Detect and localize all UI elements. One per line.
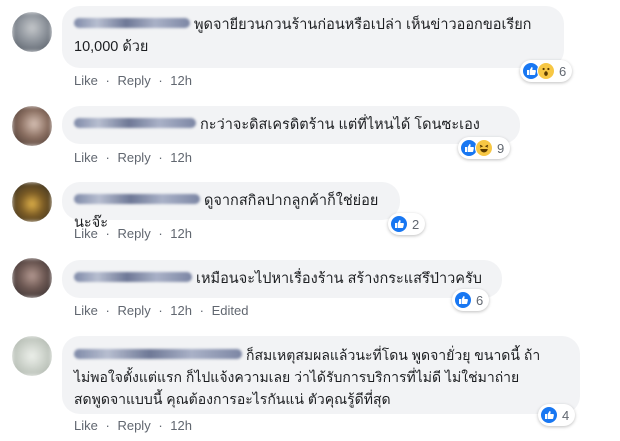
reaction-count: 4: [562, 407, 570, 423]
timestamp[interactable]: 12h: [170, 226, 192, 241]
like-link[interactable]: Like: [74, 226, 98, 241]
comment-bubble: พูดจายียวนกวนร้านก่อนหรือเปล่า เห็นข่าวอ…: [62, 6, 564, 68]
separator-dot: ·: [105, 418, 110, 433]
like-link[interactable]: Like: [74, 418, 98, 433]
avatar[interactable]: [12, 258, 52, 298]
reply-link[interactable]: Reply: [117, 418, 150, 433]
separator-dot: ·: [105, 226, 110, 241]
comment-text-line: สดพูดจาแบบนี้ คุณต้องการอะไรกันแน่ ตัวคุ…: [74, 391, 391, 407]
separator-dot: ·: [105, 150, 110, 165]
comment-actions: Like · Reply · 12h: [74, 226, 196, 241]
like-link[interactable]: Like: [74, 303, 98, 318]
comment-text-line: ก็สมเหตุสมผลแล้วนะที่โดน พูดจายั่วยุ ขนา…: [246, 347, 541, 363]
comment-bubble: ดูจากสกิลปากลูกค้าก็ใช่ย่อยนะจ๊ะ: [62, 182, 400, 231]
comment-actions: Like · Reply · 12h: [74, 150, 196, 165]
reaction-summary[interactable]: 4: [538, 404, 576, 426]
comment-text-line: 10,000 ด้วย: [74, 39, 149, 55]
timestamp[interactable]: 12h: [170, 73, 192, 88]
commenter-name[interactable]: [74, 272, 192, 282]
separator-dot: ·: [105, 73, 110, 88]
reply-link[interactable]: Reply: [117, 150, 150, 165]
timestamp[interactable]: 12h: [170, 150, 192, 165]
separator-dot: ·: [105, 303, 110, 318]
separator-dot: ·: [199, 303, 204, 318]
like-link[interactable]: Like: [74, 73, 98, 88]
comment-text-line: เหมือนจะไปหาเรื่องร้าน สร้างกระแสรึป่าวค…: [196, 271, 482, 287]
like-icon: [390, 215, 408, 233]
comment-bubble: กะว่าจะดิสเครดิตร้าน แต่ที่ไหนได้ โดนซะเ…: [62, 106, 520, 144]
reaction-summary[interactable]: 6: [452, 289, 490, 311]
reply-link[interactable]: Reply: [117, 73, 150, 88]
commenter-name[interactable]: [74, 18, 190, 28]
wow-icon: [537, 62, 555, 80]
comment-bubble: ก็สมเหตุสมผลแล้วนะที่โดน พูดจายั่วยุ ขนา…: [62, 336, 580, 414]
like-link[interactable]: Like: [74, 150, 98, 165]
reaction-summary[interactable]: 6: [520, 60, 573, 82]
reaction-count: 6: [476, 292, 484, 308]
comment-actions: Like · Reply · 12h: [74, 418, 196, 433]
avatar[interactable]: [12, 182, 52, 222]
timestamp[interactable]: 12h: [170, 303, 192, 318]
separator-dot: ·: [158, 73, 163, 88]
avatar[interactable]: [12, 106, 52, 146]
timestamp[interactable]: 12h: [170, 418, 192, 433]
separator-dot: ·: [158, 303, 163, 318]
reaction-summary[interactable]: 2: [388, 213, 426, 235]
haha-icon: [475, 139, 493, 157]
comment-text-line: กะว่าจะดิสเครดิตร้าน แต่ที่ไหนได้ โดนซะเ…: [200, 117, 480, 133]
comment-text-line: พูดจายียวนกวนร้านก่อนหรือเปล่า เห็นข่าวอ…: [194, 17, 532, 33]
commenter-name[interactable]: [74, 118, 196, 128]
separator-dot: ·: [158, 226, 163, 241]
comment-text-line: ไม่พอใจตั้งแต่แรก ก็ไปแจ้งความเลย ว่าได้…: [74, 369, 520, 385]
commenter-name[interactable]: [74, 349, 242, 359]
comment-bubble: เหมือนจะไปหาเรื่องร้าน สร้างกระแสรึป่าวค…: [62, 260, 502, 298]
like-icon: [540, 406, 558, 424]
edited-label[interactable]: Edited: [212, 303, 249, 318]
reply-link[interactable]: Reply: [117, 303, 150, 318]
reaction-count: 2: [412, 216, 420, 232]
reply-link[interactable]: Reply: [117, 226, 150, 241]
like-icon: [454, 291, 472, 309]
avatar[interactable]: [12, 336, 52, 376]
commenter-name[interactable]: [74, 194, 200, 204]
separator-dot: ·: [158, 418, 163, 433]
comment-actions: Like · Reply · 12h: [74, 73, 196, 88]
avatar[interactable]: [12, 12, 52, 52]
reaction-summary[interactable]: 9: [458, 137, 511, 159]
separator-dot: ·: [158, 150, 163, 165]
reaction-count: 9: [497, 140, 505, 156]
comment-actions: Like · Reply · 12h · Edited: [74, 303, 252, 318]
reaction-count: 6: [559, 63, 567, 79]
